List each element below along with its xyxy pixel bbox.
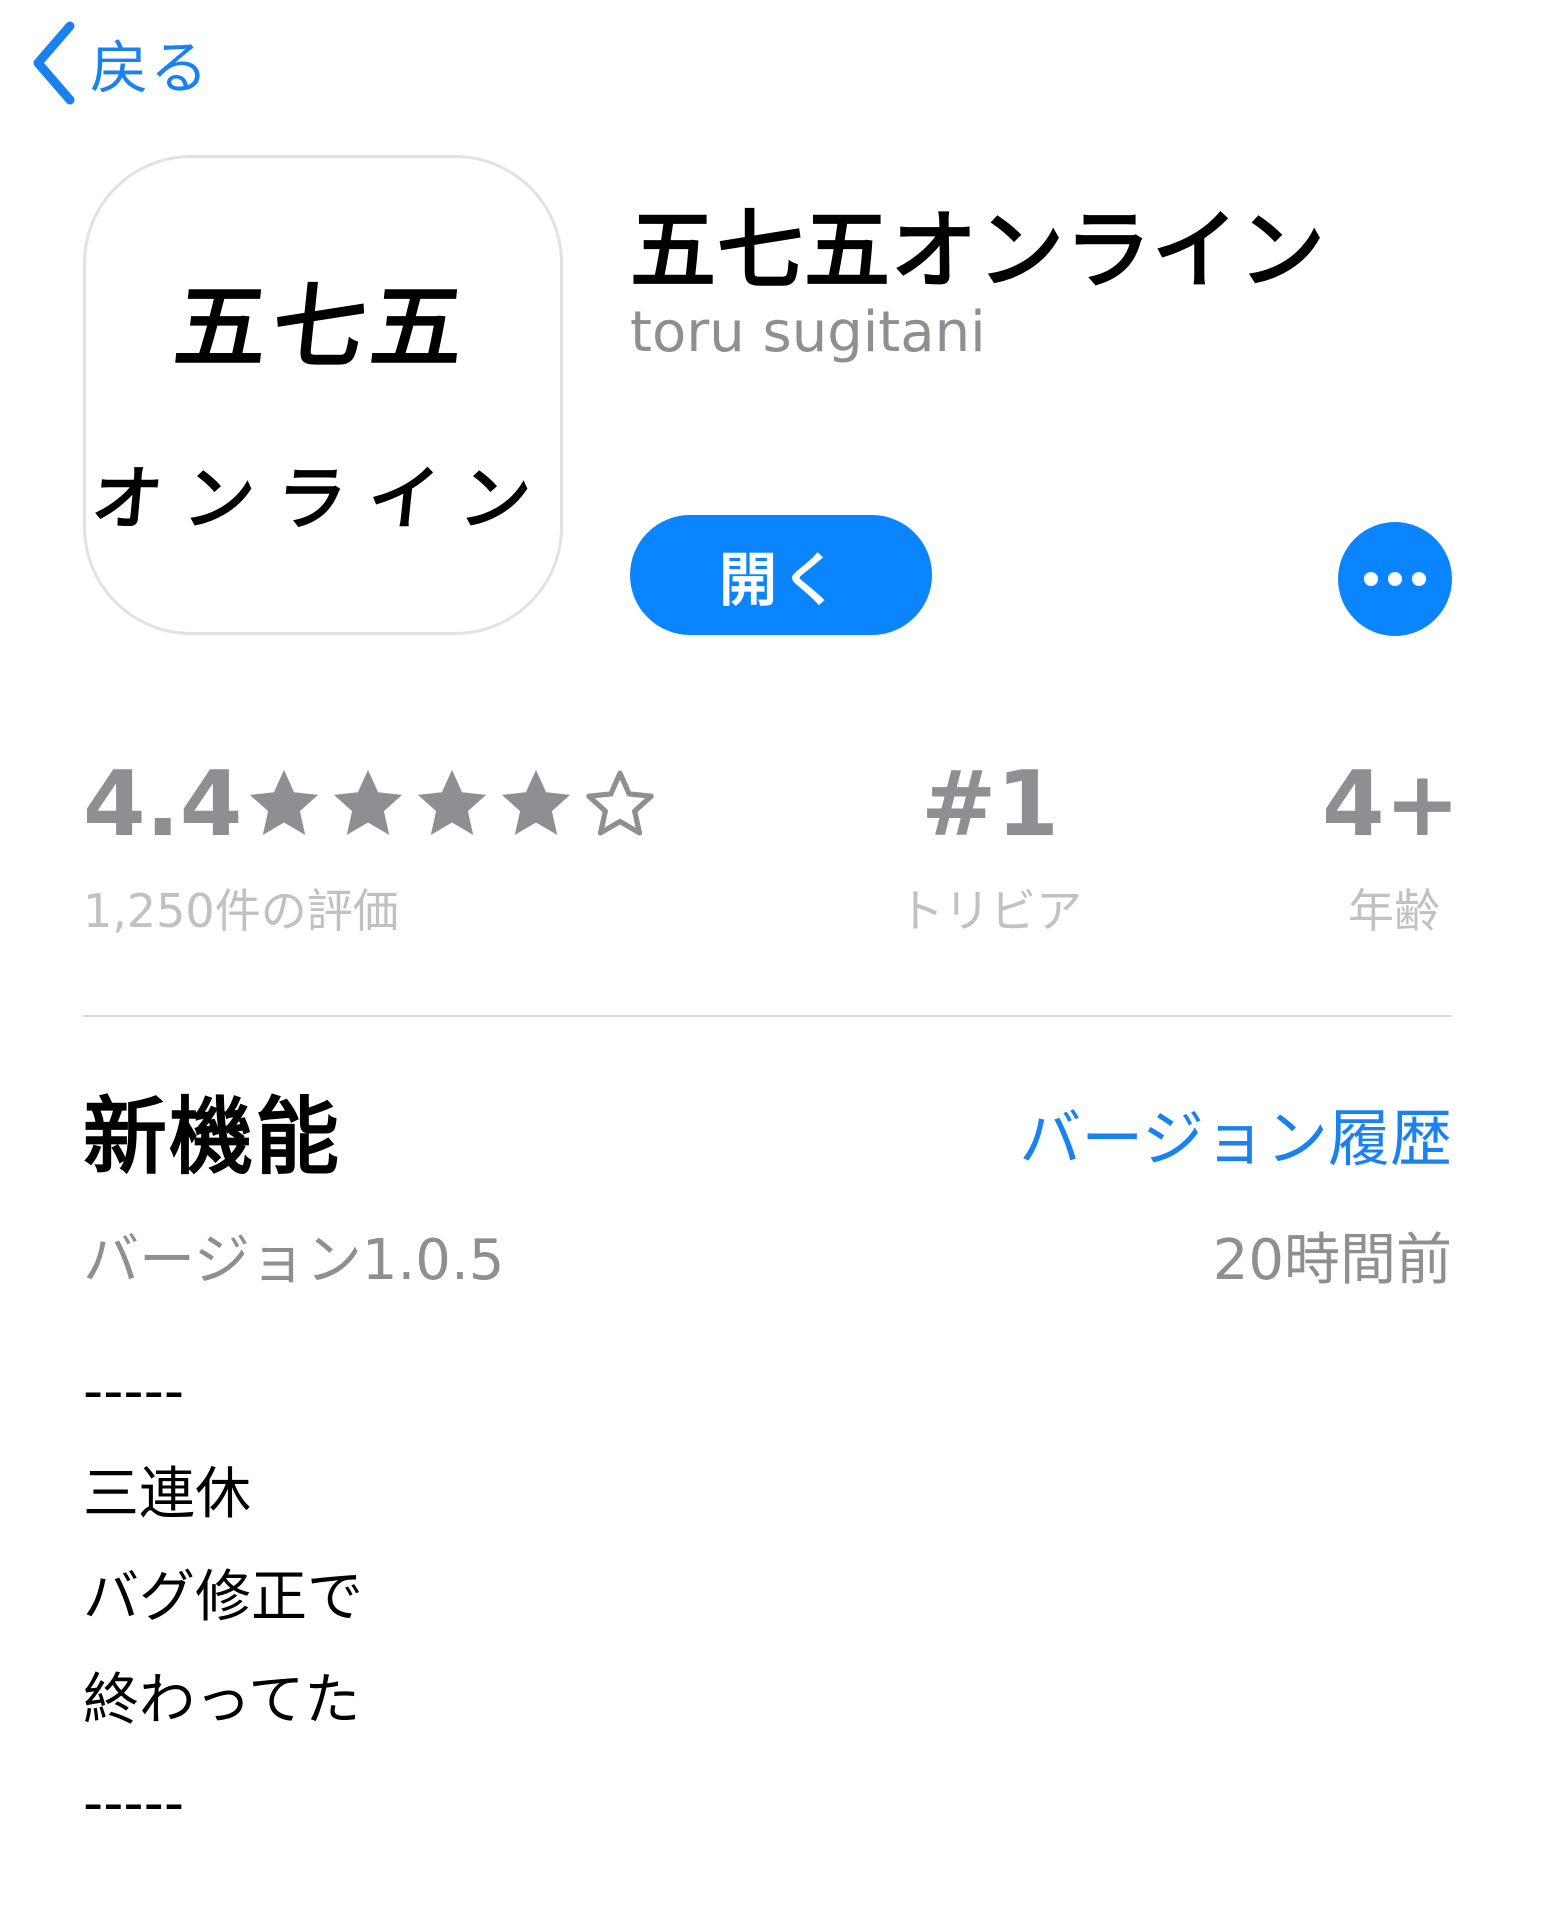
app-icon: 五七五 オンライン (83, 155, 563, 635)
ellipsis-icon (1412, 572, 1426, 586)
version-label: バージョン1.0.5 (83, 1228, 505, 1293)
release-note-line: バグ修正で (83, 1565, 363, 1630)
star-filled-icon (417, 769, 487, 835)
app-icon-text-line2: オンライン (88, 457, 557, 540)
open-button[interactable]: 開く (630, 515, 932, 635)
app-icon-text-line1: 五七五 (169, 273, 475, 381)
release-notes: ----- 三連休 バグ修正で 終わってた ----- (83, 1340, 363, 1855)
age-label: 年齢 (1348, 884, 1440, 938)
star-rating (245, 765, 659, 843)
divider (83, 1015, 1452, 1017)
ellipsis-icon (1364, 572, 1378, 586)
release-time: 20時間前 (1212, 1228, 1452, 1293)
release-note-line: 三連休 (83, 1462, 251, 1527)
rating-count: 1,250件の評価 (83, 884, 399, 938)
more-options-button[interactable] (1338, 522, 1452, 636)
release-note-line: 終わってた (83, 1668, 361, 1733)
back-button[interactable]: 戻る (30, 18, 210, 108)
release-note-line: ----- (83, 1771, 185, 1836)
rating-value: 4.4 (83, 752, 243, 857)
category-label[interactable]: トリビア (880, 875, 1100, 941)
developer-name[interactable]: toru sugitani (630, 300, 986, 365)
chart-rank: #1 (920, 752, 1060, 857)
back-label: 戻る (90, 34, 211, 102)
star-filled-icon (249, 769, 319, 835)
section-title-whats-new: 新機能 (83, 1088, 342, 1186)
version-history-link[interactable]: バージョン履歴 (985, 1088, 1452, 1178)
star-filled-icon (333, 769, 403, 835)
chevron-left-icon (30, 20, 76, 106)
ellipsis-icon (1388, 572, 1402, 586)
release-note-line: ----- (83, 1359, 185, 1424)
star-outline-icon (586, 770, 654, 836)
age-rating: 4+ (1321, 752, 1460, 857)
star-filled-icon (501, 769, 571, 835)
app-title: 五七五オンライン (630, 201, 1326, 301)
